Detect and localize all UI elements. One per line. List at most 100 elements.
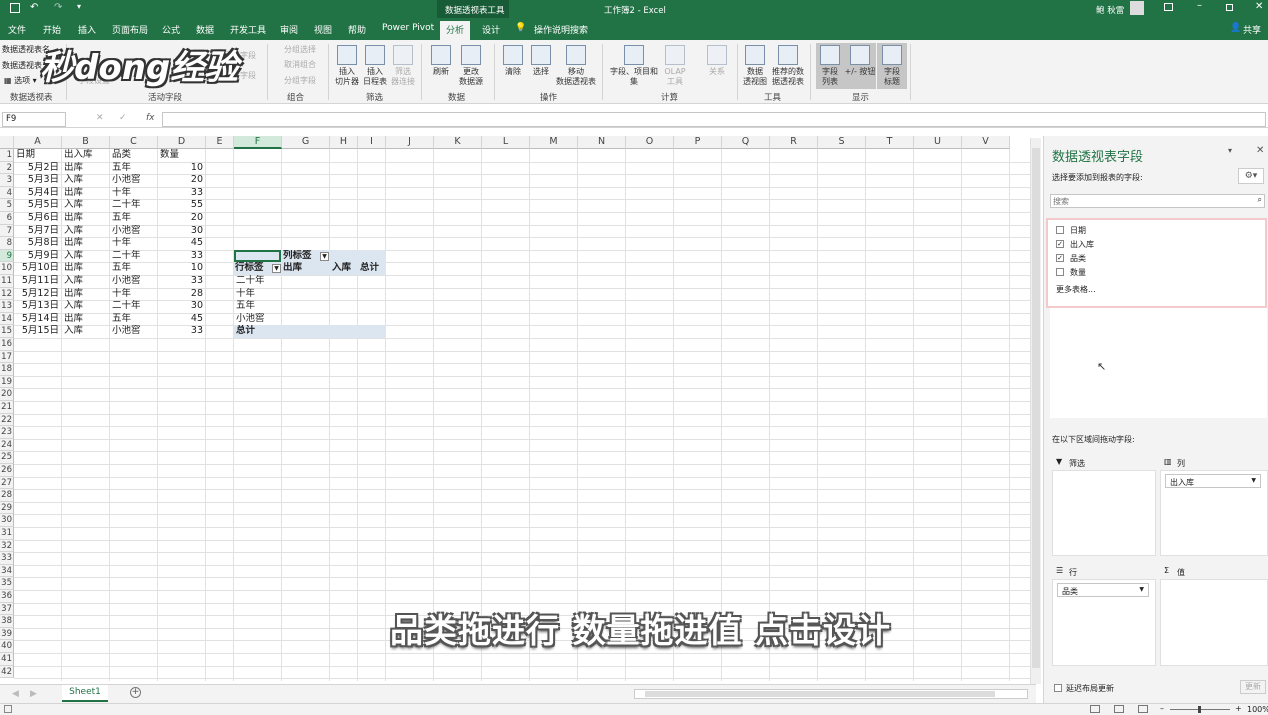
table-cell[interactable]: 小池窖 (112, 174, 157, 187)
insert-timeline-button[interactable]: 插入 日程表 (361, 45, 389, 87)
field-headers-button[interactable]: 字段 标题 (877, 43, 907, 89)
selected-cell-f9[interactable] (234, 249, 281, 263)
column-header[interactable]: R (770, 136, 818, 149)
field-list-button[interactable]: 字段 列表 (816, 43, 844, 89)
column-header[interactable]: D (158, 136, 206, 149)
pane-close-icon[interactable]: ✕ (1256, 145, 1264, 156)
enter-icon[interactable]: ✓ (119, 113, 127, 123)
table-cell[interactable]: 入库 (64, 275, 109, 288)
table-cell[interactable]: 入库 (64, 325, 109, 338)
row-header[interactable]: 20 (0, 388, 14, 401)
row-header[interactable]: 37 (0, 602, 14, 616)
field-checkbox[interactable] (1056, 268, 1064, 276)
group-selection-button[interactable]: 分组选择 (284, 45, 316, 55)
table-cell[interactable]: 5月14日 (16, 313, 61, 326)
column-header[interactable]: N (578, 136, 626, 149)
insert-function-icon[interactable]: fx (146, 113, 155, 123)
row-header[interactable]: 31 (0, 527, 14, 540)
tab-design[interactable]: 设计 (482, 23, 500, 36)
close-icon[interactable]: ✕ (1255, 1, 1263, 12)
move-pivot-button[interactable]: 移动 数据透视表 (554, 45, 598, 87)
tell-me-search[interactable]: 操作说明搜索 (534, 23, 588, 36)
table-cell[interactable]: 20 (160, 212, 205, 225)
column-header[interactable]: Q (722, 136, 770, 149)
tab-insert[interactable]: 插入 (78, 23, 96, 36)
next-sheet-icon[interactable]: ▶ (30, 689, 37, 699)
column-header[interactable]: G (282, 136, 330, 149)
maximize-icon[interactable] (1226, 4, 1233, 11)
table-cell[interactable]: 小池窖 (112, 225, 157, 238)
table-cell[interactable]: 20 (160, 174, 205, 187)
table-cell[interactable]: 30 (160, 225, 205, 238)
row-header[interactable]: 17 (0, 350, 14, 364)
column-header[interactable]: K (434, 136, 482, 149)
row-header[interactable]: 27 (0, 476, 14, 490)
table-cell[interactable]: 二十年 (112, 250, 157, 263)
pivot-row-item[interactable]: 二十年 (236, 275, 265, 288)
field-item-quantity[interactable]: 数量 (1056, 266, 1206, 278)
column-header[interactable]: H (330, 136, 358, 149)
row-header[interactable]: 28 (0, 489, 14, 502)
clear-button[interactable]: 清除 (500, 45, 526, 77)
row-field-item[interactable]: 品类 ▼ (1057, 583, 1149, 597)
table-cell[interactable]: 五年 (112, 313, 157, 326)
row-header[interactable]: 5 (0, 199, 14, 212)
zoom-out-icon[interactable]: – (1160, 704, 1164, 713)
tab-home[interactable]: 开始 (43, 23, 61, 36)
table-cell[interactable]: 5月9日 (16, 250, 61, 263)
table-cell[interactable]: 5月8日 (16, 237, 61, 250)
table-cell[interactable]: 33 (160, 275, 205, 288)
table-cell[interactable]: 5月13日 (16, 300, 61, 313)
table-cell[interactable]: 十年 (112, 237, 157, 250)
table-cell[interactable]: 5月7日 (16, 225, 61, 238)
field-search-input[interactable] (1051, 195, 1246, 207)
column-header[interactable]: P (674, 136, 722, 149)
row-header[interactable]: 34 (0, 564, 14, 578)
cancel-icon[interactable]: ✕ (96, 113, 104, 123)
row-header[interactable]: 19 (0, 375, 14, 389)
column-header[interactable]: E (206, 136, 234, 149)
row-header[interactable]: 22 (0, 413, 14, 427)
pivot-col-label[interactable]: 列标签 (283, 250, 312, 263)
table-cell[interactable]: 45 (160, 313, 205, 326)
qat-customize-icon[interactable]: ▾ (77, 2, 81, 11)
table-cell[interactable]: 33 (160, 187, 205, 200)
tab-formulas[interactable]: 公式 (162, 23, 180, 36)
row-header[interactable]: 23 (0, 426, 14, 439)
normal-view-icon[interactable] (1090, 705, 1100, 713)
row-header[interactable]: 8 (0, 237, 14, 250)
group-field-button[interactable]: 分组字段 (284, 76, 316, 86)
table-cell[interactable]: 入库 (64, 199, 109, 212)
table-cell[interactable]: 小池窖 (112, 275, 157, 288)
table-cell[interactable]: 入库 (64, 250, 109, 263)
table-cell[interactable]: 5月2日 (16, 162, 61, 175)
table-cell[interactable]: 5月3日 (16, 174, 61, 187)
column-header[interactable]: A (14, 136, 62, 149)
column-header[interactable]: F (234, 136, 282, 149)
table-cell[interactable]: 入库 (64, 174, 109, 187)
row-header[interactable]: 3 (0, 174, 14, 187)
table-cell[interactable]: 出库 (64, 162, 109, 175)
avatar[interactable] (1130, 1, 1144, 15)
table-cell[interactable]: 30 (160, 300, 205, 313)
user-name[interactable]: 鲍 秋雷 (1096, 4, 1124, 16)
row-header[interactable]: 36 (0, 590, 14, 603)
pivotchart-button[interactable]: 数据 透视图 (741, 45, 769, 87)
table-cell[interactable]: 出库 (64, 212, 109, 225)
table-cell[interactable]: 二十年 (112, 199, 157, 212)
row-header[interactable]: 24 (0, 438, 14, 452)
row-header[interactable]: 13 (0, 300, 14, 313)
table-cell[interactable]: 入库 (64, 300, 109, 313)
pivot-col-total[interactable]: 总计 (360, 262, 379, 275)
worksheet-grid[interactable]: A B C D E F G H I J K L M N O P Q R S T U V 1 2 3 4 5 6 7 8 9 10 11 12 13 1… (0, 136, 1036, 681)
table-cell[interactable]: 入库 (64, 225, 109, 238)
table-cell[interactable]: 5月15日 (16, 325, 61, 338)
row-header[interactable]: 25 (0, 451, 14, 464)
more-tables-link[interactable]: 更多表格... (1056, 284, 1096, 295)
field-item-date[interactable]: 日期 (1056, 224, 1206, 236)
column-header[interactable]: V (962, 136, 1010, 149)
column-header[interactable]: S (818, 136, 866, 149)
refresh-button[interactable]: 刷新 (428, 45, 454, 77)
recommended-pivot-button[interactable]: 推荐的数 据透视表 (770, 45, 806, 87)
zoom-slider[interactable] (1170, 706, 1230, 713)
